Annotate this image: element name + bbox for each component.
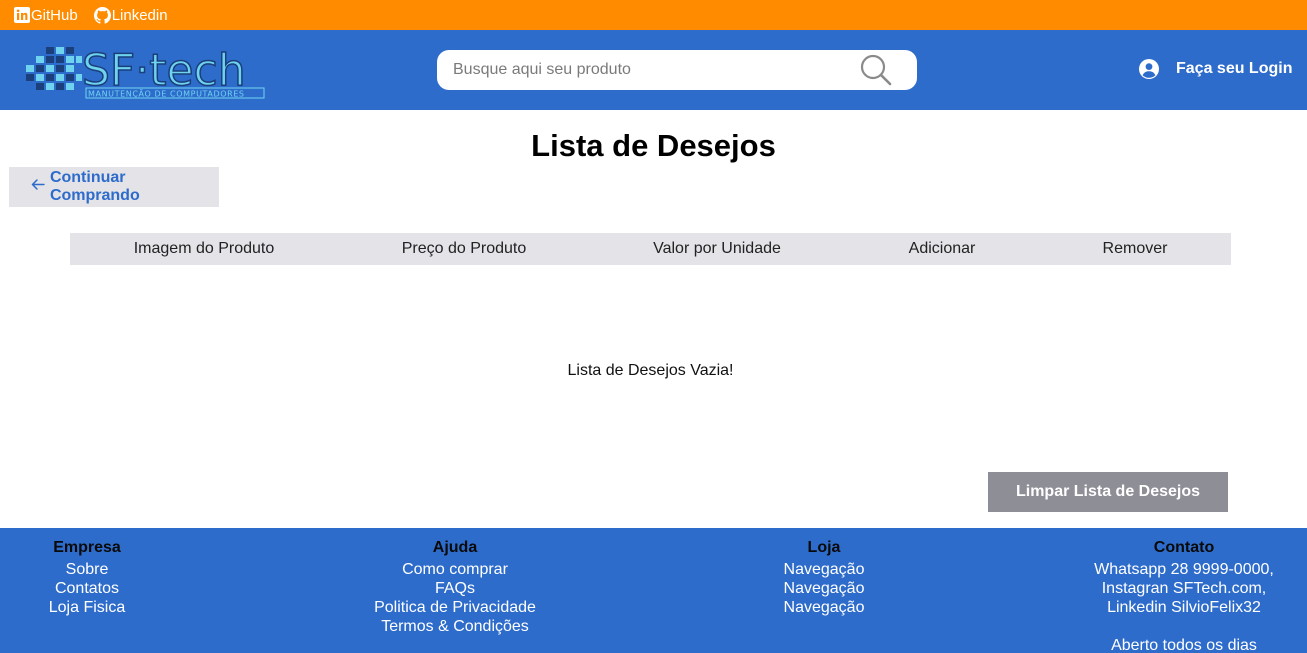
search-bar	[437, 50, 917, 90]
search-icon	[860, 54, 892, 86]
footer-link-termos[interactable]: Termos & Condições	[374, 617, 536, 636]
login-button[interactable]: Faça seu Login	[1139, 59, 1292, 79]
footer-col-contato: Contato Whatsapp 28 9999-0000, Instagran…	[1094, 538, 1274, 653]
continue-shopping-label: Continuar Comprando	[49, 169, 140, 204]
search-input[interactable]	[453, 50, 853, 90]
footer-contact-whatsapp: Whatsapp 28 9999-0000,	[1094, 561, 1274, 578]
wishlist-table-header: Imagem do Produto Preço do Produto Valor…	[70, 233, 1231, 265]
column-unit-value: Valor por Unidade	[653, 240, 781, 257]
logo-subtitle: MANUTENÇÃO DE COMPUTADORES	[88, 89, 245, 99]
sftech-logo[interactable]: SF·tech MANUTENÇÃO DE COMPUTADORES	[24, 42, 266, 100]
footer-link-sobre[interactable]: Sobre	[49, 560, 125, 579]
footer-col-ajuda: Ajuda Como comprar FAQs Politica de Priv…	[374, 538, 536, 636]
footer-contact-instagram: Instagran SFTech.com,	[1101, 580, 1267, 597]
github-link-label: GitHub	[31, 6, 78, 24]
clear-wishlist-button[interactable]: Limpar Lista de Desejos	[988, 472, 1228, 512]
footer-col-loja: Loja Navegação Navegação Navegação	[784, 538, 865, 617]
footer-ajuda-title: Ajuda	[432, 539, 478, 556]
login-label: Faça seu Login	[1176, 60, 1293, 77]
footer-link-privacidade[interactable]: Politica de Privacidade	[374, 598, 536, 617]
user-circle-icon	[1139, 59, 1159, 79]
arrow-left-icon	[31, 179, 45, 190]
footer-contact-linkedin: Linkedin SilvioFelix32	[1107, 599, 1261, 616]
footer-empresa-title: Empresa	[53, 539, 121, 556]
footer-opening-hours: Aberto todos os dias	[1111, 637, 1257, 653]
github-link[interactable]: GitHub	[14, 7, 78, 24]
column-add: Adicionar	[908, 240, 976, 257]
column-product-image: Imagem do Produto	[133, 240, 275, 257]
page-title: Lista de Desejos	[531, 128, 776, 163]
footer-link-navegacao[interactable]: Navegação	[784, 579, 865, 598]
linkedin-icon	[14, 7, 30, 23]
linkedin-link[interactable]: Linkedin	[93, 6, 168, 24]
column-remove: Remover	[1102, 240, 1168, 257]
empty-wishlist-message: Lista de Desejos Vazia!	[567, 362, 734, 379]
footer-link-loja-fisica[interactable]: Loja Fisica	[49, 598, 125, 617]
footer-contato-title: Contato	[1153, 539, 1215, 556]
footer-link-navegacao[interactable]: Navegação	[784, 598, 865, 617]
footer-loja-title: Loja	[807, 539, 841, 556]
column-product-price: Preço do Produto	[401, 240, 527, 257]
social-bar: GitHub Linkedin	[0, 0, 1307, 30]
footer-link-faqs[interactable]: FAQs	[374, 579, 536, 598]
linkedin-link-label: Linkedin	[111, 6, 168, 24]
continue-shopping-button[interactable]: Continuar Comprando	[9, 167, 219, 207]
footer-link-como-comprar[interactable]: Como comprar	[374, 560, 536, 579]
github-icon	[93, 6, 111, 24]
footer-col-empresa: Empresa Sobre Contatos Loja Fisica	[49, 538, 125, 617]
logo-graphic: SF·tech MANUTENÇÃO DE COMPUTADORES	[26, 44, 265, 99]
footer: Empresa Sobre Contatos Loja Fisica Ajuda…	[0, 528, 1307, 653]
footer-link-contatos[interactable]: Contatos	[49, 579, 125, 598]
footer-link-navegacao[interactable]: Navegação	[784, 560, 865, 579]
search-button[interactable]	[857, 53, 897, 87]
header: SF·tech MANUTENÇÃO DE COMPUTADORES Faça …	[0, 30, 1307, 110]
